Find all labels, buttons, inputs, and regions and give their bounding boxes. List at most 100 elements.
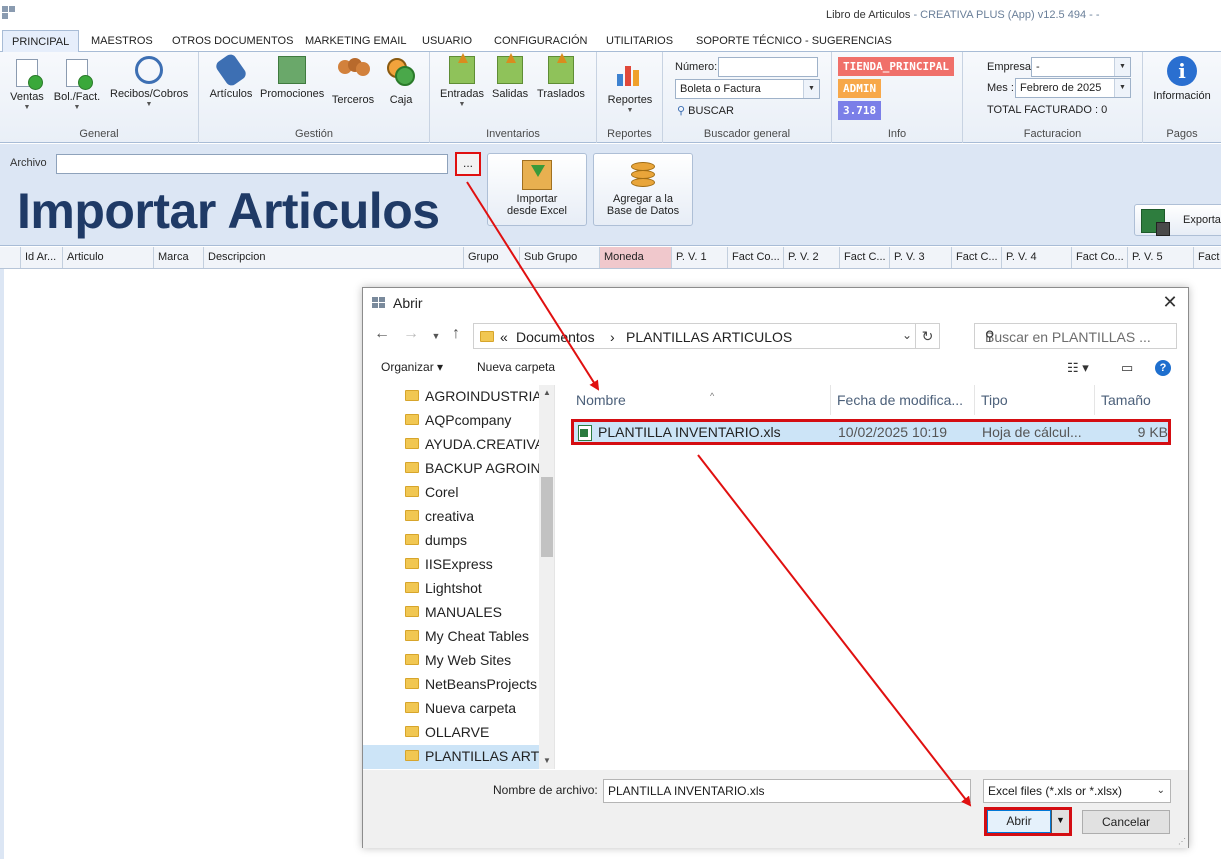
tipo-documento-select[interactable]: Boleta o Factura ▼: [675, 79, 820, 99]
tree-item[interactable]: My Web Sites: [363, 649, 539, 673]
column-fecha[interactable]: Fecha de modifica...: [831, 385, 975, 415]
col-fact-c-3[interactable]: Fact C...: [951, 247, 1001, 268]
address-documentos[interactable]: Documentos: [516, 329, 595, 345]
chevron-down-icon[interactable]: ▼: [1114, 79, 1130, 97]
tab-utilitarios[interactable]: UTILITARIOS: [606, 30, 673, 52]
tree-item[interactable]: My Cheat Tables: [363, 625, 539, 649]
dialog-search-input[interactable]: Buscar en PLANTILLAS ... ⚲: [974, 323, 1177, 349]
resize-grip-icon[interactable]: ⋰: [1178, 837, 1186, 846]
nueva-carpeta-button[interactable]: Nueva carpeta: [477, 360, 555, 374]
importar-excel-button[interactable]: Importar desde Excel: [487, 153, 587, 226]
tree-item[interactable]: IISExpress: [363, 553, 539, 577]
chevron-down-icon[interactable]: ▼: [803, 80, 819, 98]
salidas-button[interactable]: Salidas: [492, 53, 528, 100]
archivo-input[interactable]: [56, 154, 448, 174]
tree-item[interactable]: AGROINDUSTRIA: [363, 385, 542, 409]
recibos-cobros-button[interactable]: Recibos/Cobros ▼: [110, 56, 188, 109]
tab-configuracion[interactable]: CONFIGURACIÓN: [494, 30, 588, 52]
scroll-down-icon[interactable]: ▼: [539, 753, 554, 769]
col-pv1[interactable]: P. V. 1: [671, 247, 727, 268]
tab-marketing-email[interactable]: MARKETING EMAIL: [305, 30, 406, 52]
tree-scrollbar[interactable]: ▲ ▼: [539, 385, 554, 769]
refresh-icon[interactable]: ↻: [915, 324, 939, 348]
browse-button[interactable]: ...: [455, 152, 481, 176]
col-id[interactable]: Id Ar...: [20, 247, 62, 268]
organizar-button[interactable]: Organizar ▾: [381, 360, 443, 374]
tree-item-selected[interactable]: PLANTILLAS ARTI: [363, 745, 543, 769]
abrir-button[interactable]: Abrir: [987, 810, 1051, 833]
col-pv2[interactable]: P. V. 2: [783, 247, 839, 268]
tab-otros-documentos[interactable]: OTROS DOCUMENTOS: [172, 30, 293, 52]
entradas-button[interactable]: Entradas ▼: [440, 53, 484, 109]
abrir-dropdown-icon[interactable]: ▼: [1051, 810, 1069, 833]
cancelar-button[interactable]: Cancelar: [1082, 810, 1170, 834]
tree-item[interactable]: AQPcompany: [363, 409, 539, 433]
column-nombre[interactable]: ^ Nombre: [570, 385, 831, 415]
tree-item[interactable]: OLLARVE: [363, 721, 539, 745]
exportar-button[interactable]: Exportar: [1134, 204, 1221, 236]
col-articulo[interactable]: Articulo: [62, 247, 153, 268]
file-type-filter[interactable]: Excel files (*.xls or *.xlsx) ⌄: [983, 779, 1171, 803]
chevron-down-icon[interactable]: ▼: [1114, 58, 1130, 76]
tab-usuario[interactable]: USUARIO: [422, 30, 472, 52]
promociones-button[interactable]: Promociones: [260, 56, 324, 100]
ventas-button[interactable]: Ventas ▼: [8, 56, 46, 112]
traslados-button[interactable]: Traslados: [537, 53, 585, 100]
scroll-up-icon[interactable]: ▲: [539, 385, 554, 401]
preview-pane-icon[interactable]: ▭: [1121, 360, 1133, 376]
filename-input[interactable]: PLANTILLA INVENTARIO.xls: [603, 779, 971, 803]
col-descripcion[interactable]: Descripcion: [203, 247, 463, 268]
tree-item[interactable]: NetBeansProjects: [363, 673, 539, 697]
tree-item[interactable]: AYUDA.CREATIVA: [363, 433, 544, 457]
up-arrow-icon[interactable]: ↑: [446, 325, 466, 343]
tab-maestros[interactable]: MAESTROS: [91, 30, 153, 52]
column-tamano[interactable]: Tamaño: [1095, 385, 1175, 415]
tree-item[interactable]: creativa: [363, 505, 539, 529]
recent-chevron-icon[interactable]: ▼: [426, 331, 446, 341]
col-pv5[interactable]: P. V. 5: [1127, 247, 1193, 268]
tab-principal[interactable]: PRINCIPAL: [2, 30, 80, 53]
tab-soporte-tecnico[interactable]: SOPORTE TÉCNICO - SUGERENCIAS: [696, 30, 892, 52]
reportes-button[interactable]: Reportes ▼: [606, 56, 654, 115]
caja-button[interactable]: Caja: [385, 56, 417, 106]
tree-item[interactable]: dumps: [363, 529, 539, 553]
column-tipo[interactable]: Tipo: [975, 385, 1095, 415]
tree-item[interactable]: Corel: [363, 481, 539, 505]
scroll-thumb[interactable]: [541, 477, 553, 557]
group-facturacion: Empresa - ▼ Mes : Febrero de 2025 ▼ TOTA…: [963, 52, 1143, 143]
bol-fact-button[interactable]: Bol./Fact. ▼: [52, 56, 102, 112]
col-fact-c-2[interactable]: Fact C...: [839, 247, 889, 268]
forward-arrow-icon[interactable]: →: [401, 325, 421, 343]
mes-select[interactable]: Febrero de 2025 ▼: [1015, 78, 1131, 98]
col-moneda[interactable]: Moneda: [599, 247, 671, 268]
help-icon[interactable]: ?: [1155, 360, 1171, 376]
agregar-bd-button[interactable]: Agregar a la Base de Datos: [593, 153, 693, 226]
col-fact-5[interactable]: Fact: [1193, 247, 1221, 268]
file-row-plantilla[interactable]: PLANTILLA INVENTARIO.xls 10/02/2025 10:1…: [571, 419, 1171, 445]
empresa-select[interactable]: - ▼: [1031, 57, 1131, 77]
terceros-button[interactable]: Terceros: [330, 56, 376, 106]
col-marca[interactable]: Marca: [153, 247, 203, 268]
articulos-button[interactable]: Artículos: [209, 52, 253, 100]
informacion-label: Información: [1153, 90, 1211, 102]
buscar-button[interactable]: ⚲ BUSCAR: [677, 104, 734, 117]
informacion-button[interactable]: i Información: [1151, 56, 1213, 102]
col-sub-grupo[interactable]: Sub Grupo: [519, 247, 599, 268]
back-arrow-icon[interactable]: ←: [372, 325, 392, 343]
tree-item[interactable]: Nueva carpeta: [363, 697, 539, 721]
col-fact-co-1[interactable]: Fact Co...: [727, 247, 783, 268]
close-icon[interactable]: ✕: [1160, 292, 1180, 312]
folder-icon: [405, 510, 419, 521]
address-plantillas[interactable]: PLANTILLAS ARTICULOS: [626, 329, 792, 345]
col-pv4[interactable]: P. V. 4: [1001, 247, 1071, 268]
col-pv3[interactable]: P. V. 3: [889, 247, 951, 268]
tree-item[interactable]: Lightshot: [363, 577, 539, 601]
numero-input[interactable]: [718, 57, 818, 77]
tree-item[interactable]: MANUALES: [363, 601, 539, 625]
chevron-down-icon[interactable]: ⌄: [902, 328, 912, 342]
view-options-icon[interactable]: ☷ ▾: [1067, 360, 1089, 376]
col-fact-co-4[interactable]: Fact Co...: [1071, 247, 1127, 268]
tree-item[interactable]: BACKUP AGROIN: [363, 457, 541, 481]
col-grupo[interactable]: Grupo: [463, 247, 519, 268]
address-bar[interactable]: « Documentos › PLANTILLAS ARTICULOS ⌄ ↻: [473, 323, 940, 349]
